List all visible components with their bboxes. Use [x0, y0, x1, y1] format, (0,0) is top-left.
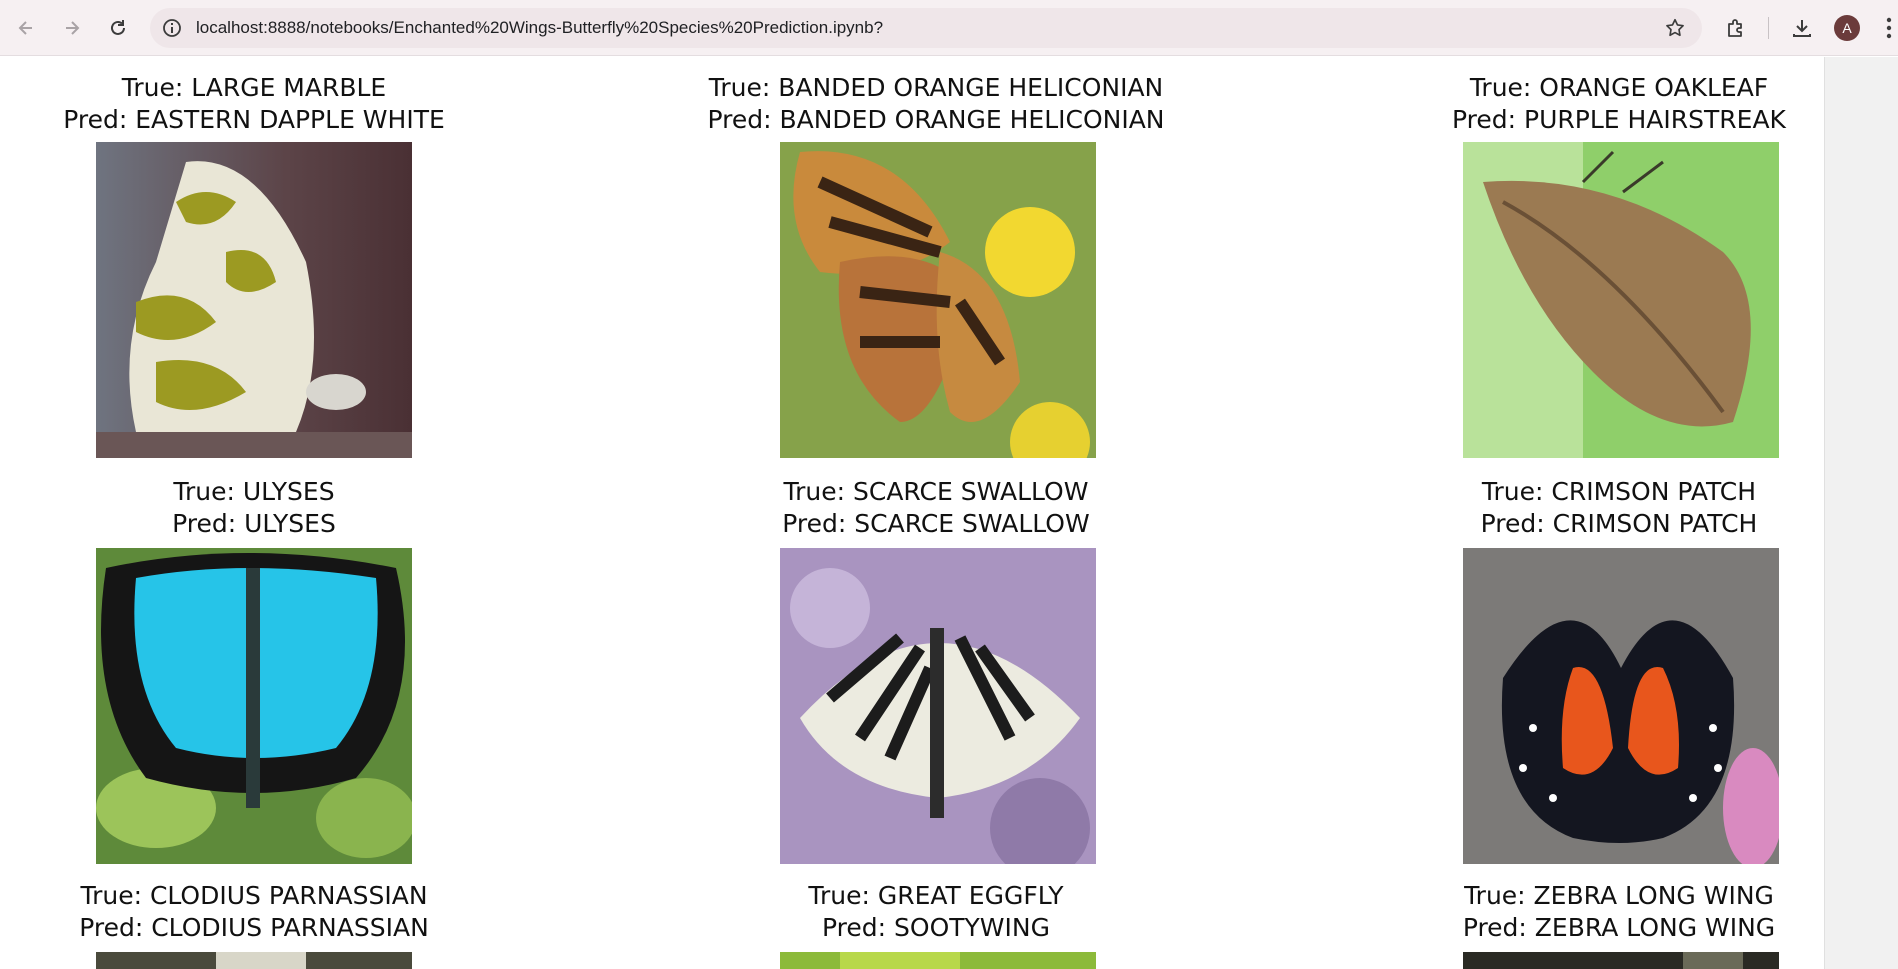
profile-avatar[interactable]: A	[1834, 15, 1860, 41]
prediction-caption: True: GREAT EGGFLY Pred: SOOTYWING	[676, 880, 1196, 944]
butterfly-image	[1463, 142, 1779, 458]
download-icon	[1793, 20, 1811, 37]
reload-icon	[111, 20, 125, 35]
forward-arrow-icon	[66, 21, 80, 35]
notebook-output: True: LARGE MARBLE Pred: EASTERN DAPPLE …	[0, 57, 1824, 969]
pred-label: Pred: PURPLE HAIRSTREAK	[1452, 105, 1786, 134]
true-label: True: ULYSES	[173, 477, 335, 506]
butterfly-image	[96, 952, 412, 969]
downloads-button[interactable]	[1788, 14, 1816, 42]
more-menu-icon	[1886, 17, 1892, 39]
true-label: True: CRIMSON PATCH	[1481, 477, 1757, 506]
true-label: True: GREAT EGGFLY	[808, 881, 1064, 910]
true-label: True: ZEBRA LONG WING	[1464, 881, 1774, 910]
butterfly-image	[1463, 548, 1779, 864]
butterfly-image	[780, 142, 1096, 458]
butterfly-image	[780, 548, 1096, 864]
extensions-button[interactable]	[1722, 14, 1750, 42]
page-scrollbar[interactable]	[1824, 57, 1898, 969]
star-icon[interactable]	[1664, 17, 1686, 39]
pred-label: Pred: ZEBRA LONG WING	[1462, 913, 1776, 942]
more-menu-button[interactable]	[1880, 14, 1898, 42]
true-label: True: CLODIUS PARNASSIAN	[80, 881, 428, 910]
pred-label: Pred: BANDED ORANGE HELICONIAN	[707, 105, 1165, 134]
true-label: True: ORANGE OAKLEAF	[1469, 73, 1769, 102]
true-label: True: LARGE MARBLE	[121, 73, 387, 102]
prediction-caption: True: LARGE MARBLE Pred: EASTERN DAPPLE …	[0, 72, 514, 136]
pred-label: Pred: SCARCE SWALLOW	[782, 509, 1090, 538]
extensions-icon	[1728, 19, 1742, 37]
url-text[interactable]: localhost:8888/notebooks/Enchanted%20Win…	[196, 18, 883, 38]
back-arrow-icon	[18, 21, 32, 35]
prediction-caption: True: BANDED ORANGE HELICONIAN Pred: BAN…	[676, 72, 1196, 136]
prediction-caption: True: ZEBRA LONG WING Pred: ZEBRA LONG W…	[1359, 880, 1824, 944]
prediction-caption: True: ORANGE OAKLEAF Pred: PURPLE HAIRST…	[1359, 72, 1824, 136]
pred-label: Pred: ULYSES	[172, 509, 336, 538]
butterfly-image	[780, 952, 1096, 969]
butterfly-image	[96, 548, 412, 864]
back-button[interactable]	[10, 12, 42, 44]
prediction-caption: True: CRIMSON PATCH Pred: CRIMSON PATCH	[1359, 476, 1824, 540]
true-label: True: BANDED ORANGE HELICONIAN	[708, 73, 1164, 102]
toolbar-separator	[1768, 17, 1769, 39]
butterfly-image	[96, 142, 412, 458]
address-bar[interactable]: localhost:8888/notebooks/Enchanted%20Win…	[150, 8, 1702, 48]
pred-label: Pred: SOOTYWING	[822, 913, 1050, 942]
pred-label: Pred: EASTERN DAPPLE WHITE	[63, 105, 445, 134]
forward-button[interactable]	[56, 12, 88, 44]
butterfly-image	[1463, 952, 1779, 969]
browser-toolbar: localhost:8888/notebooks/Enchanted%20Win…	[0, 0, 1898, 56]
pred-label: Pred: CLODIUS PARNASSIAN	[79, 913, 429, 942]
prediction-caption: True: SCARCE SWALLOW Pred: SCARCE SWALLO…	[676, 476, 1196, 540]
pred-label: Pred: CRIMSON PATCH	[1480, 509, 1758, 538]
site-info-icon[interactable]	[162, 18, 182, 38]
true-label: True: SCARCE SWALLOW	[783, 477, 1089, 506]
reload-button[interactable]	[102, 12, 134, 44]
prediction-caption: True: ULYSES Pred: ULYSES	[0, 476, 514, 540]
prediction-caption: True: CLODIUS PARNASSIAN Pred: CLODIUS P…	[0, 880, 514, 944]
